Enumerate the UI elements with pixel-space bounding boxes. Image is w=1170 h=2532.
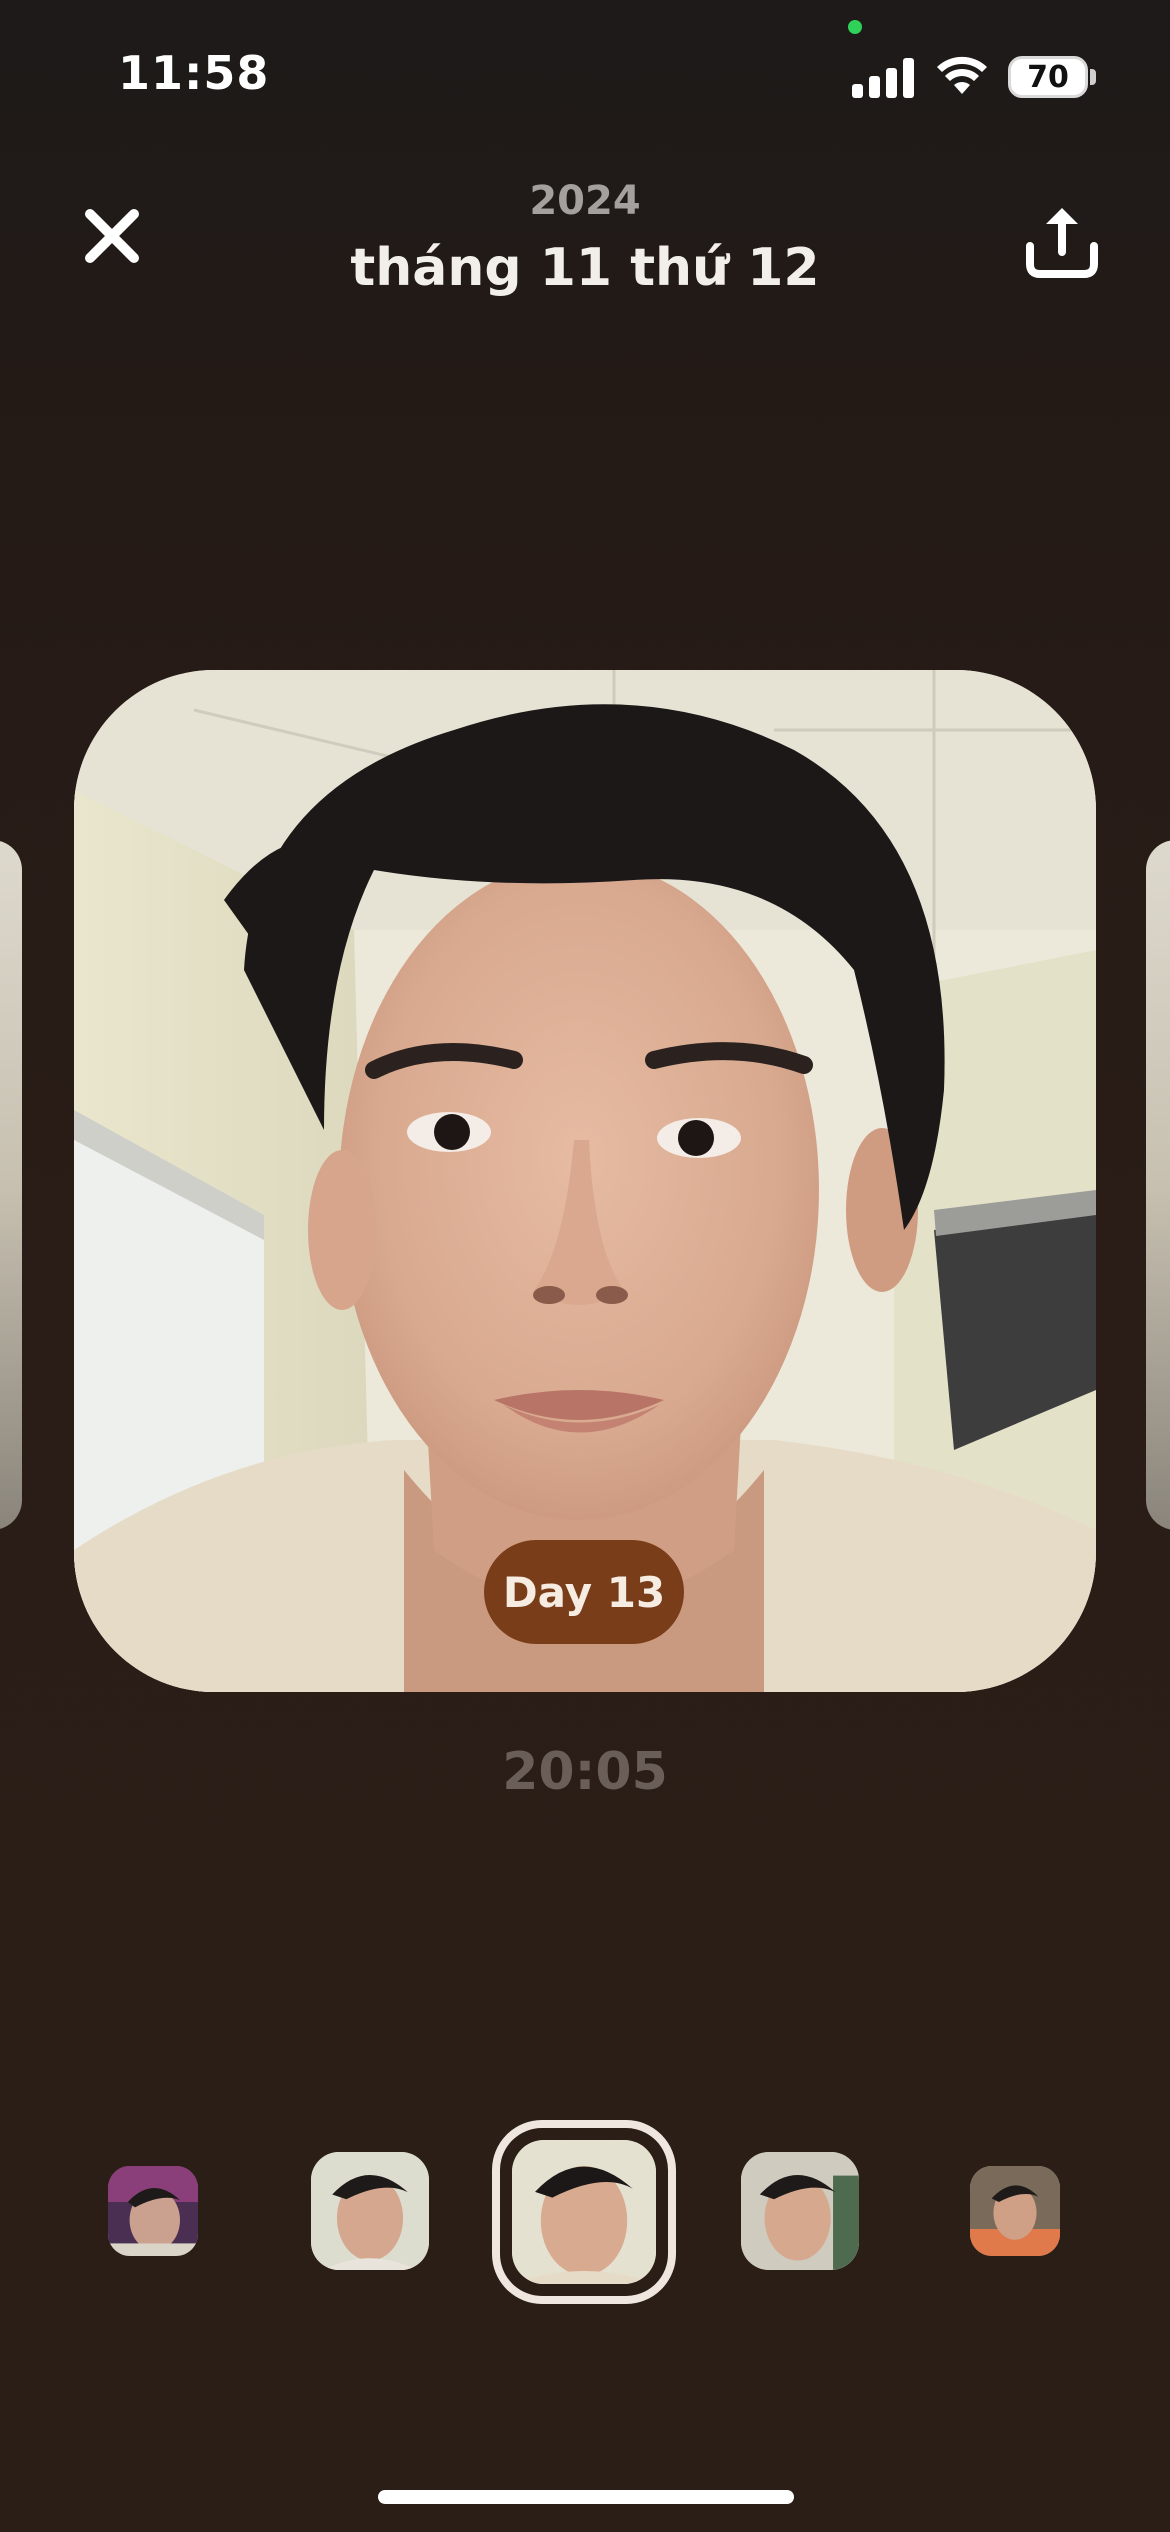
wifi-icon <box>936 54 988 96</box>
thumbnail-1-image <box>108 2166 198 2256</box>
photo-time: 20:05 <box>502 1742 668 1802</box>
thumbnail-4-image <box>741 2152 859 2270</box>
share-icon <box>1026 208 1098 278</box>
thumbnail-1[interactable] <box>108 2166 198 2256</box>
battery-indicator: 70 <box>1008 56 1088 98</box>
selected-thumbnail-ring <box>492 2120 676 2304</box>
page-title: tháng 11 thứ 12 <box>350 238 820 298</box>
battery-cap <box>1090 69 1096 85</box>
privacy-indicator-dot <box>848 20 862 34</box>
previous-photo-preview[interactable] <box>0 840 22 1530</box>
thumbnail-5[interactable] <box>970 2166 1060 2256</box>
day-badge: Day 13 <box>484 1540 684 1644</box>
home-indicator[interactable] <box>378 2490 794 2504</box>
main-photo[interactable] <box>74 670 1096 1692</box>
status-time: 11:58 <box>118 46 270 100</box>
next-photo-preview[interactable] <box>1146 840 1170 1530</box>
thumbnail-5-image <box>970 2166 1060 2256</box>
thumbnail-4[interactable] <box>741 2152 859 2270</box>
share-button[interactable] <box>1016 196 1108 288</box>
selfie-photo <box>74 670 1096 1692</box>
cellular-signal-icon <box>852 58 916 98</box>
thumbnail-2[interactable] <box>311 2152 429 2270</box>
battery-level: 70 <box>1027 59 1069 95</box>
header-year: 2024 <box>529 178 641 224</box>
thumbnail-2-image <box>311 2152 429 2270</box>
